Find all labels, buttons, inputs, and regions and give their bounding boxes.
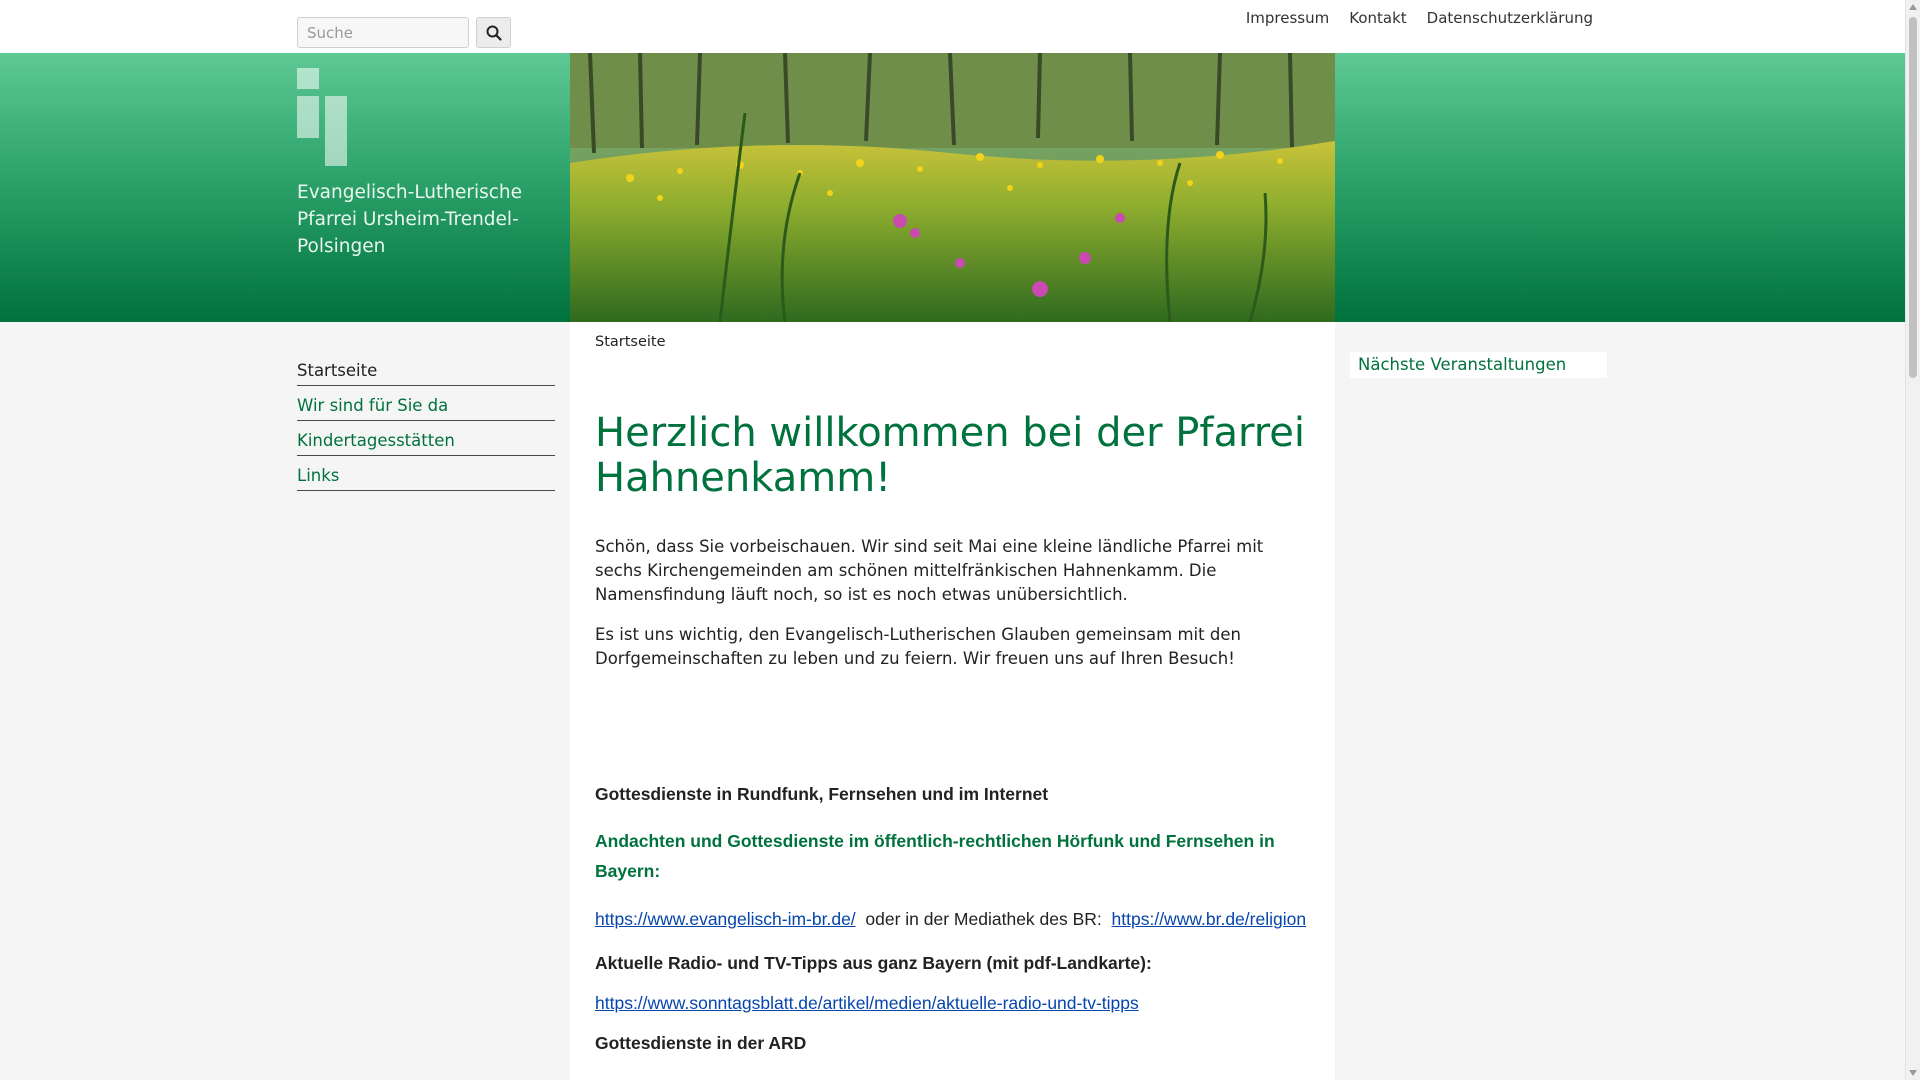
sonntagsblatt-link[interactable]: https://www.sonntagsblatt.de/artikel/med… [595, 993, 1139, 1014]
scroll-thumb[interactable] [1909, 17, 1917, 378]
search-input[interactable] [297, 17, 469, 48]
bavaria-broadcasts-heading: Andachten und Gottesdienste im öffentlic… [595, 831, 1275, 881]
welcome-paragraph: Es ist uns wichtig, den Evangelisch-Luth… [595, 625, 1241, 668]
radio-tv-tips-heading: Aktuelle Radio- und TV-Tipps aus ganz Ba… [595, 953, 1152, 973]
breadcrumb: Startseite [595, 334, 666, 350]
nav-item-links[interactable]: Links [297, 456, 555, 491]
nav-link-kindertagesstaetten[interactable]: Kindertagesstätten [297, 431, 455, 450]
scroll-down-arrow-icon[interactable] [1909, 1070, 1917, 1076]
search-button[interactable] [476, 17, 511, 48]
intro-paragraph: Schön, dass Sie vorbeischauen. Wir sind … [595, 537, 1264, 604]
nav-item-wir-sind-da[interactable]: Wir sind für Sie da [297, 386, 555, 421]
service-links: Impressum Kontakt Datenschutzerklärung [1246, 9, 1593, 27]
mediathek-text: oder in der Mediathek des BR: [865, 909, 1102, 929]
nav-link-links[interactable]: Links [297, 466, 339, 485]
page-scrollbar[interactable] [1905, 0, 1920, 1080]
hero-image [570, 53, 1335, 322]
impressum-link[interactable]: Impressum [1246, 9, 1329, 27]
nav-link-wir-sind-da[interactable]: Wir sind für Sie da [297, 396, 448, 415]
nav-link-startseite[interactable]: Startseite [297, 361, 377, 380]
ard-services-heading: Gottesdienste in der ARD [595, 1033, 807, 1053]
church-logo[interactable] [297, 68, 349, 166]
br-links-line: https://www.evangelisch-im-br.de/ oder i… [595, 909, 1306, 930]
search-icon [486, 25, 502, 41]
kontakt-link[interactable]: Kontakt [1349, 9, 1406, 27]
scroll-up-arrow-icon[interactable] [1909, 4, 1917, 10]
organization-name: Evangelisch-Lutherische Pfarrei Ursheim-… [297, 182, 523, 257]
nav-item-kindertagesstaetten[interactable]: Kindertagesstätten [297, 421, 555, 456]
datenschutz-link[interactable]: Datenschutzerklärung [1427, 9, 1593, 27]
upcoming-events-heading: Nächste Veranstaltungen [1350, 352, 1607, 378]
nav-item-startseite[interactable]: Startseite [297, 351, 555, 386]
page-title: Herzlich willkommen bei der Pfarrei Hahn… [595, 410, 1306, 501]
evangelisch-im-br-link[interactable]: https://www.evangelisch-im-br.de/ [595, 909, 856, 929]
br-religion-link[interactable]: https://www.br.de/religion [1112, 909, 1307, 929]
section-heading-broadcasts: Gottesdienste in Rundfunk, Fernsehen und… [595, 784, 1049, 804]
top-bar: Impressum Kontakt Datenschutzerklärung [0, 0, 1905, 53]
main-navigation: Startseite Wir sind für Sie da Kindertag… [297, 351, 555, 491]
